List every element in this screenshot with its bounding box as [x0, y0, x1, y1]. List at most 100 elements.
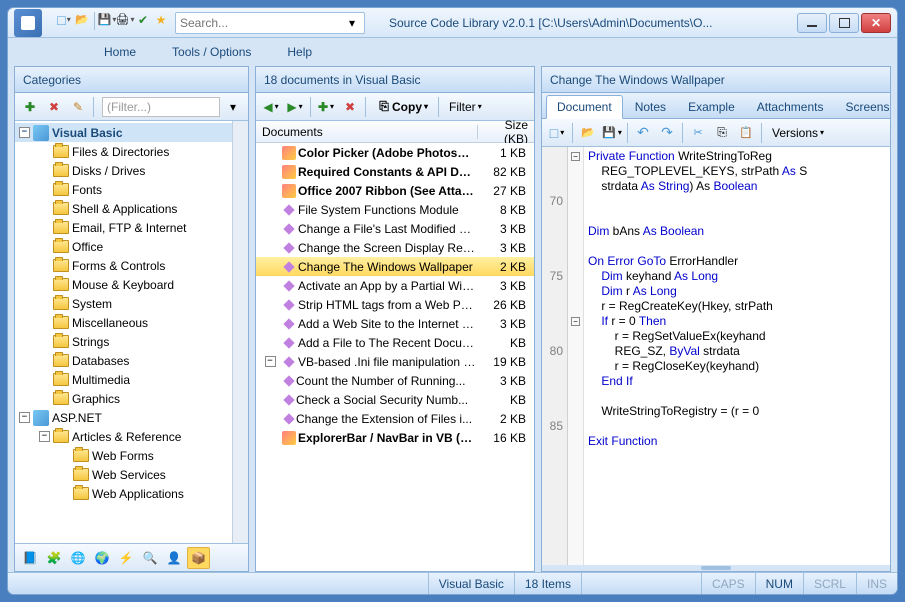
tab-notes[interactable]: Notes [625, 96, 676, 118]
code-editor[interactable]: 70758085 −− Private Function WriteString… [542, 147, 890, 565]
document-row[interactable]: −VB-based .Ini file manipulation clas19 … [256, 352, 534, 371]
check-button[interactable] [135, 12, 151, 28]
category-tree[interactable]: −Visual BasicFiles & DirectoriesDisks / … [15, 121, 232, 543]
tree-item[interactable]: Web Applications [15, 484, 232, 503]
tab-example[interactable]: Example [678, 96, 745, 118]
document-row[interactable]: Required Constants & API Decla...82 KB [256, 162, 534, 181]
tree-item[interactable]: Shell & Applications [15, 199, 232, 218]
filter-dropdown[interactable]: ▾ [222, 96, 244, 118]
tab-document[interactable]: Document [546, 95, 623, 119]
col-documents[interactable]: Documents [256, 125, 478, 139]
menu-home[interactable]: Home [98, 41, 142, 63]
tree-item[interactable]: Multimedia [15, 370, 232, 389]
bt7[interactable]: 👤 [163, 547, 185, 569]
tree-item[interactable]: Office [15, 237, 232, 256]
tree-toggle-icon[interactable]: − [19, 127, 30, 138]
filter-button[interactable]: Filter [443, 96, 488, 118]
document-row[interactable]: Office 2007 Ribbon (See Attach...27 KB [256, 181, 534, 200]
bt4[interactable]: 🌍 [91, 547, 113, 569]
tree-item[interactable]: Strings [15, 332, 232, 351]
tree-item[interactable]: Email, FTP & Internet [15, 218, 232, 237]
code-save-button[interactable] [601, 125, 623, 141]
edit-category-button[interactable] [67, 99, 89, 115]
menu-tools[interactable]: Tools / Options [166, 41, 257, 63]
document-row[interactable]: Change The Windows Wallpaper2 KB [256, 257, 534, 276]
paste-button[interactable] [735, 125, 757, 141]
tree-item[interactable]: Mouse & Keyboard [15, 275, 232, 294]
document-row[interactable]: Count the Number of Running...3 KB [256, 371, 534, 390]
print-button[interactable] [117, 12, 133, 28]
document-row[interactable]: Color Picker (Adobe Photoshop ...1 KB [256, 143, 534, 162]
menu-help[interactable]: Help [281, 41, 318, 63]
bt8[interactable]: 📦 [187, 547, 210, 569]
new-button[interactable] [56, 12, 72, 28]
search-dropdown-icon[interactable]: ▾ [344, 15, 360, 31]
tree-toggle-icon[interactable]: − [39, 431, 50, 442]
tree-item[interactable]: −ASP.NET [15, 408, 232, 427]
minimize-button[interactable] [797, 13, 827, 33]
tree-item[interactable]: Web Forms [15, 446, 232, 465]
add-category-button[interactable] [19, 99, 41, 115]
code-content[interactable]: Private Function WriteStringToReg REG_TO… [584, 147, 890, 565]
tab-attachments[interactable]: Attachments [747, 96, 834, 118]
bt6[interactable]: 🔍 [139, 547, 161, 569]
versions-button[interactable]: Versions [766, 122, 830, 144]
tree-item[interactable]: Graphics [15, 389, 232, 408]
tree-item[interactable]: System [15, 294, 232, 313]
document-row[interactable]: Activate an App by a Partial Wind...3 KB [256, 276, 534, 295]
code-copy-button[interactable] [711, 125, 733, 141]
tree-item[interactable]: Fonts [15, 180, 232, 199]
delete-document-button[interactable] [339, 99, 361, 115]
col-size[interactable]: Size (KB) [478, 118, 534, 146]
document-row[interactable]: Change the Screen Display Resolu...3 KB [256, 238, 534, 257]
tree-item[interactable]: Web Services [15, 465, 232, 484]
search-box[interactable]: ▾ [175, 12, 365, 34]
document-list[interactable]: Color Picker (Adobe Photoshop ...1 KBReq… [256, 143, 534, 571]
document-row[interactable]: ExplorerBar / NavBar in VB (Proj...16 KB [256, 428, 534, 447]
undo-button[interactable] [632, 125, 654, 141]
nav-forward-button[interactable] [284, 99, 306, 115]
bt1[interactable]: 📘 [19, 547, 41, 569]
document-row[interactable]: Check a Social Security Numb...KB [256, 390, 534, 409]
save-button[interactable] [99, 12, 115, 28]
horizontal-splitter[interactable] [542, 565, 890, 571]
nav-back-button[interactable] [260, 99, 282, 115]
code-new-button[interactable] [546, 125, 568, 141]
tree-scrollbar[interactable] [232, 121, 248, 543]
maximize-button[interactable] [829, 13, 859, 33]
tree-item[interactable]: Databases [15, 351, 232, 370]
tab-screenshots[interactable]: Screenshots [835, 96, 891, 118]
bt3[interactable]: 🌐 [67, 547, 89, 569]
tree-item[interactable]: Disks / Drives [15, 161, 232, 180]
tree-item[interactable]: Files & Directories [15, 142, 232, 161]
redo-button[interactable] [656, 125, 678, 141]
group-toggle-icon[interactable]: − [265, 356, 276, 367]
document-row[interactable]: Change the Extension of Files i...2 KB [256, 409, 534, 428]
document-row[interactable]: Add a File to The Recent Docume...KB [256, 333, 534, 352]
delete-category-button[interactable] [43, 99, 65, 115]
folder-icon [53, 354, 69, 367]
tree-item[interactable]: Miscellaneous [15, 313, 232, 332]
document-row[interactable]: Add a Web Site to the Internet Exp...3 K… [256, 314, 534, 333]
code-open-button[interactable] [577, 125, 599, 141]
tree-item-label: Forms & Controls [72, 259, 165, 273]
star-button[interactable] [153, 12, 169, 28]
tree-item[interactable]: −Articles & Reference [15, 427, 232, 446]
status-num: NUM [755, 573, 803, 594]
open-button[interactable] [74, 12, 90, 28]
category-filter[interactable]: (Filter...) [102, 97, 220, 117]
tree-toggle-icon[interactable]: − [19, 412, 30, 423]
cut-button[interactable] [687, 125, 709, 141]
bt2[interactable]: 🧩 [43, 547, 65, 569]
document-row[interactable]: Strip HTML tags from a Web Page...26 KB [256, 295, 534, 314]
add-document-button[interactable] [315, 99, 337, 115]
tree-item[interactable]: Forms & Controls [15, 256, 232, 275]
copy-button[interactable]: Copy [370, 96, 434, 118]
close-button[interactable] [861, 13, 891, 33]
document-row[interactable]: File System Functions Module8 KB [256, 200, 534, 219]
document-row[interactable]: Change a File's Last Modified Date...3 K… [256, 219, 534, 238]
tree-item[interactable]: −Visual Basic [15, 123, 232, 142]
bt5[interactable]: ⚡ [115, 547, 137, 569]
search-input[interactable] [180, 16, 344, 30]
fold-gutter[interactable]: −− [568, 147, 584, 565]
